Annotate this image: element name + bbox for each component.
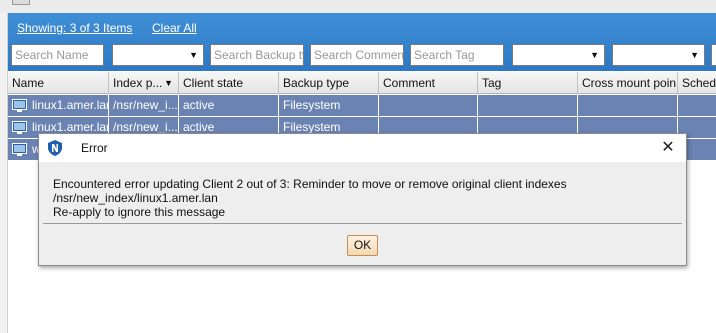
column-header-index-path[interactable]: Index p... ▼ (109, 72, 179, 94)
table-header: Name Index p... ▼ Client state Backup typ… (8, 72, 716, 94)
column-header-comment[interactable]: Comment (379, 72, 478, 94)
toolbar-stub (12, 0, 30, 5)
dialog-title-bar[interactable]: Error ✕ (39, 134, 686, 162)
ok-button[interactable]: OK (347, 235, 378, 256)
cell-name: linux1.amer.lan (28, 95, 109, 116)
cell-tag (478, 95, 578, 116)
dialog-message: Encountered error updating Client 2 out … (53, 177, 678, 219)
column-header-name[interactable]: Name (8, 72, 109, 94)
dialog-divider (43, 223, 682, 224)
chevron-down-icon: ▼ (189, 50, 198, 60)
dialog-message-line: Encountered error updating Client 2 out … (53, 177, 567, 205)
shield-icon (48, 140, 62, 156)
error-dialog: Error ✕ Encountered error updating Clien… (38, 133, 687, 266)
close-icon[interactable]: ✕ (658, 137, 678, 157)
sched-filter-input[interactable] (711, 44, 716, 66)
table-row[interactable]: linux1.amer.lan /nsr/new_i... active Fil… (8, 95, 716, 117)
client-monitor-icon (12, 143, 27, 156)
cell-comment (379, 95, 478, 116)
search-name-input[interactable]: Search Name (11, 44, 104, 66)
cell-index-path: /nsr/new_i... (109, 95, 179, 116)
sort-down-icon: ▼ (164, 78, 173, 88)
column-header-sched[interactable]: Sched (678, 72, 716, 94)
showing-items-link[interactable]: Showing: 3 of 3 Items (17, 21, 132, 35)
column-header-backup-type[interactable]: Backup type (279, 72, 379, 94)
clear-all-link[interactable]: Clear All (152, 21, 197, 35)
cross-mount-filter-select[interactable]: ▼ (612, 44, 705, 66)
search-tag-input[interactable]: Search Tag (410, 44, 504, 66)
dialog-message-line: Re-apply to ignore this message (53, 205, 226, 219)
top-strip (0, 0, 716, 13)
cell-client-state: active (179, 95, 279, 116)
column-header-index-path-label: Index p... (113, 76, 163, 90)
search-backup-type-input[interactable]: Search Backup typ (210, 44, 304, 66)
cell-cross-mount (578, 95, 678, 116)
left-gutter (0, 13, 8, 333)
client-monitor-icon (12, 99, 27, 112)
search-comment-input[interactable]: Search Comment (310, 44, 404, 66)
dialog-title: Error (81, 141, 108, 155)
chevron-down-icon: ▼ (590, 50, 599, 60)
tag-filter-select[interactable]: ▼ (512, 44, 605, 66)
index-path-filter-select[interactable]: ▼ (112, 44, 204, 66)
column-header-client-state[interactable]: Client state (179, 72, 279, 94)
chevron-down-icon: ▼ (690, 50, 699, 60)
column-header-tag[interactable]: Tag (478, 72, 578, 94)
column-header-cross-mount[interactable]: Cross mount poin... (578, 72, 678, 94)
client-monitor-icon (12, 121, 27, 134)
cell-backup-type: Filesystem (279, 95, 379, 116)
